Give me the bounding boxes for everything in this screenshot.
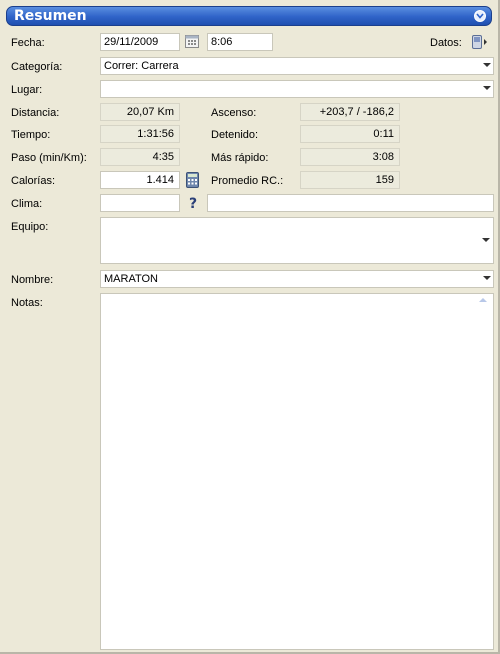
notas-label: Notas:: [11, 297, 43, 309]
lugar-label: Lugar:: [11, 84, 43, 96]
panel-title: Resumen: [14, 8, 87, 24]
question-icon[interactable]: ?: [186, 195, 200, 214]
nombre-label: Nombre:: [11, 274, 54, 286]
notes-textarea[interactable]: [100, 293, 494, 650]
name-value: MARATON: [104, 273, 158, 285]
date-field[interactable]: 29/11/2009: [100, 33, 180, 51]
category-dropdown[interactable]: Correr: Carrera: [100, 57, 494, 75]
panel-header[interactable]: Resumen: [6, 6, 492, 26]
time-value: 1:31:56: [100, 125, 180, 143]
chevron-down-icon[interactable]: [483, 276, 491, 280]
calorias-label: Calorías:: [11, 175, 56, 187]
weather-temp-field[interactable]: [100, 194, 180, 212]
stopped-value: 0:11: [300, 125, 400, 143]
chevron-down-icon[interactable]: [483, 63, 491, 67]
chevron-down-icon[interactable]: [482, 238, 490, 242]
svg-text:?: ?: [189, 196, 197, 211]
ascenso-label: Ascenso:: [211, 107, 257, 119]
detenido-label: Detenido:: [211, 129, 259, 141]
distance-value: 20,07 Km: [100, 103, 180, 121]
promedio-rc-label: Promedio RC.:: [211, 175, 284, 187]
scroll-up-icon[interactable]: [479, 298, 487, 302]
location-dropdown[interactable]: [100, 80, 494, 98]
summary-panel: Resumen Fecha: 29/11/2009 8:06 Datos: Ca…: [0, 0, 500, 654]
chevron-down-icon[interactable]: [483, 86, 491, 90]
ascent-value: +203,7 / -186,2: [300, 103, 400, 121]
distancia-label: Distancia:: [11, 107, 60, 119]
tiempo-label: Tiempo:: [11, 129, 51, 141]
categoria-label: Categoría:: [11, 61, 63, 73]
equipment-list[interactable]: [100, 217, 494, 264]
calendar-icon[interactable]: [184, 33, 200, 52]
name-dropdown[interactable]: MARATON: [100, 270, 494, 288]
calories-field[interactable]: 1.414: [100, 171, 180, 189]
pace-value: 4:35: [100, 148, 180, 166]
weather-desc-field[interactable]: [207, 194, 494, 212]
avg-hr-value: 159: [300, 171, 400, 189]
fecha-label: Fecha:: [11, 37, 45, 49]
category-value: Correr: Carrera: [104, 60, 179, 72]
equipo-label: Equipo:: [11, 221, 49, 233]
time-field[interactable]: 8:06: [207, 33, 273, 51]
collapse-icon[interactable]: [474, 10, 486, 22]
datos-label: Datos:: [430, 37, 462, 49]
clima-label: Clima:: [11, 198, 43, 210]
mas-rapido-label: Más rápido:: [211, 152, 269, 164]
calculator-icon[interactable]: [185, 172, 200, 191]
device-data-icon[interactable]: [471, 34, 489, 53]
fastest-value: 3:08: [300, 148, 400, 166]
paso-label: Paso (min/Km):: [11, 152, 87, 164]
